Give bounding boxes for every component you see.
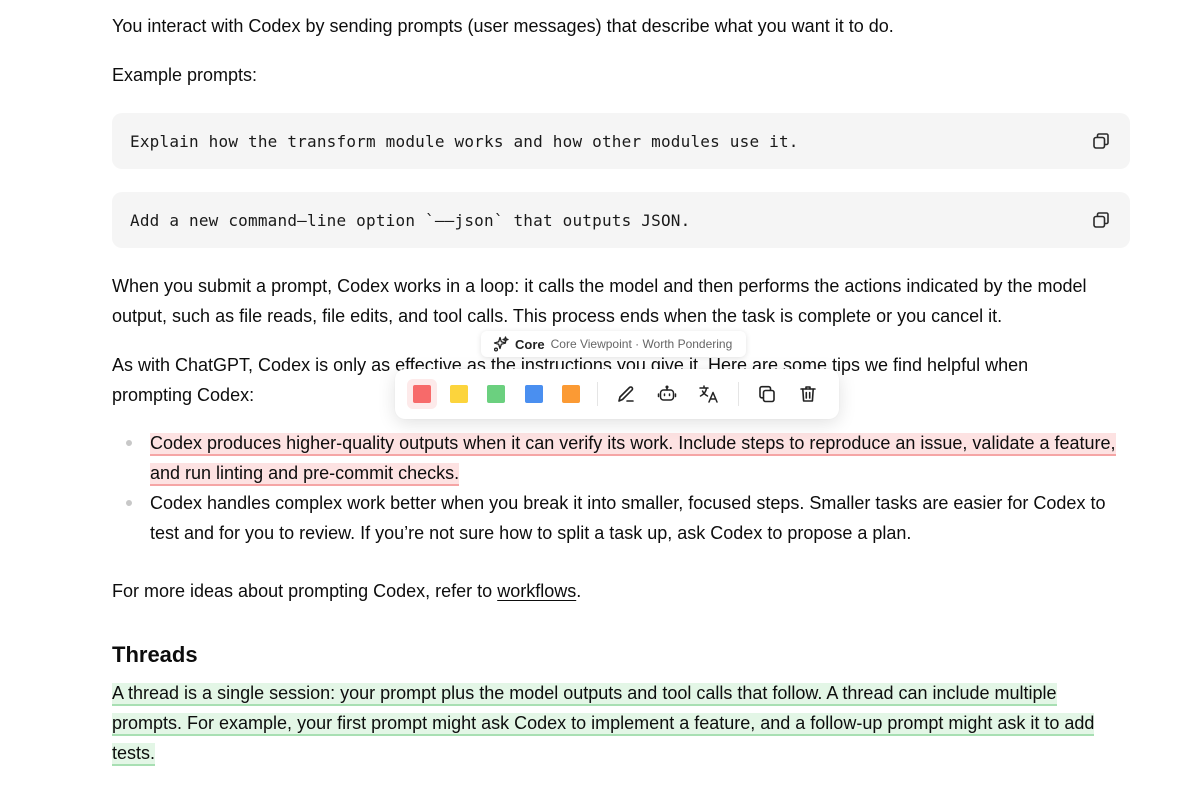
workflows-link[interactable]: workflows — [497, 581, 576, 601]
sparkle-icon — [493, 336, 509, 352]
core-viewpoint-label[interactable]: Core Core Viewpoint · Worth Pondering — [481, 331, 747, 357]
list-item: Codex handles complex work better when y… — [112, 488, 1122, 548]
yellow-swatch — [450, 385, 468, 403]
color-swatch-green[interactable] — [481, 379, 511, 409]
tips-list: Codex produces higher-quality outputs wh… — [112, 428, 1122, 548]
color-swatch-orange[interactable] — [556, 379, 586, 409]
toolbar-divider — [738, 382, 739, 406]
more-ideas-suffix: . — [576, 581, 582, 601]
core-name: Core — [515, 336, 545, 352]
more-ideas-prefix: For more ideas about prompting Codex, re… — [112, 581, 498, 601]
copy-icon[interactable] — [1090, 130, 1112, 152]
threads-paragraph: A thread is a single session: your promp… — [112, 678, 1122, 768]
code-text: Explain how the transform module works a… — [130, 131, 799, 151]
threads-heading: Threads — [112, 642, 198, 667]
color-swatch-blue[interactable] — [519, 379, 549, 409]
highlighted-tip[interactable]: Codex produces higher-quality outputs wh… — [150, 433, 1116, 486]
tip-text: Codex handles complex work better when y… — [150, 493, 1106, 543]
copy-icon[interactable] — [752, 379, 782, 409]
annotation-toolbar — [395, 369, 839, 419]
color-swatch-yellow[interactable] — [444, 379, 474, 409]
red-swatch — [413, 385, 431, 403]
pen-icon[interactable] — [611, 379, 641, 409]
loop-paragraph: When you submit a prompt, Codex works in… — [112, 276, 1087, 326]
color-swatch-red[interactable] — [407, 379, 437, 409]
green-swatch — [487, 385, 505, 403]
example-prompts-label: Example prompts: — [112, 65, 258, 85]
code-text: Add a new command–line option `––json` t… — [130, 210, 691, 230]
trash-icon[interactable] — [793, 379, 823, 409]
copy-icon[interactable] — [1090, 209, 1112, 231]
more-ideas-paragraph: For more ideas about prompting Codex, re… — [112, 576, 581, 606]
bullet-dot — [126, 440, 132, 446]
toolbar-divider — [597, 382, 598, 406]
orange-swatch — [562, 385, 580, 403]
core-subtitle: Core Viewpoint · Worth Pondering — [550, 337, 733, 351]
list-item: Codex produces higher-quality outputs wh… — [112, 428, 1122, 488]
blue-swatch — [525, 385, 543, 403]
code-block: Add a new command–line option `––json` t… — [112, 192, 1130, 248]
robot-icon[interactable] — [652, 379, 682, 409]
code-block: Explain how the transform module works a… — [112, 113, 1130, 169]
intro-paragraph: You interact with Codex by sending promp… — [112, 16, 894, 36]
translate-icon[interactable] — [694, 379, 724, 409]
highlighted-threads-text[interactable]: A thread is a single session: your promp… — [112, 683, 1095, 766]
bullet-dot — [126, 500, 132, 506]
